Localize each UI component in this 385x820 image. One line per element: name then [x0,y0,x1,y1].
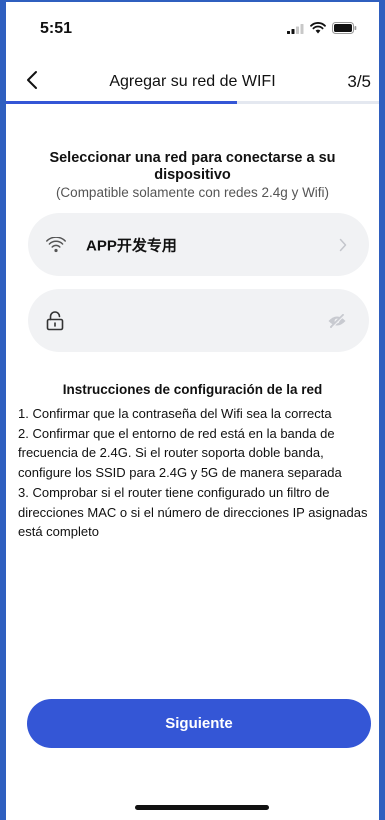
status-bar: 5:51 [6,2,379,56]
page-title: Agregar su red de WIFI [109,73,276,90]
instruction-item: 1. Confirmar que la contraseña del Wifi … [18,406,332,421]
chevron-right-icon [339,238,347,252]
network-heading: Seleccionar una red para conectarse a su… [49,150,336,183]
step-indicator: 3/5 [347,72,371,91]
password-field[interactable] [28,289,369,352]
screen: 5:51 Agregar su red de WIFI 3/5 Seleccio… [6,2,379,820]
status-time: 5:51 [40,20,73,37]
instructions-title: Instrucciones de configuración de la red [62,382,323,397]
nav-bar: Agregar su red de WIFI 3/5 [6,64,379,104]
network-subheading: (Compatible solamente con redes 2.4g y W… [55,185,330,200]
wifi-network-name: APP开发专用 [86,237,177,254]
eye-off-icon[interactable] [327,313,347,328]
instruction-item: 2. Confirmar que el entorno de red está … [18,425,342,481]
wifi-icon [46,236,66,253]
wifi-status-icon [310,22,326,34]
password-input[interactable] [82,301,312,340]
battery-icon [332,22,357,34]
wifi-network-selector[interactable]: APP开发专用 [28,213,369,276]
progress-bar [6,101,379,104]
home-indicator [135,805,269,810]
instructions-list: 1. Confirmar que la contraseña del Wifi … [18,404,370,542]
status-icons [287,22,357,34]
signal-icon [287,23,304,34]
next-button[interactable]: Siguiente [27,699,371,748]
progress-fill [6,101,238,104]
instruction-item: 3. Comprobar si el router tiene configur… [18,484,368,540]
lock-icon [46,310,64,331]
